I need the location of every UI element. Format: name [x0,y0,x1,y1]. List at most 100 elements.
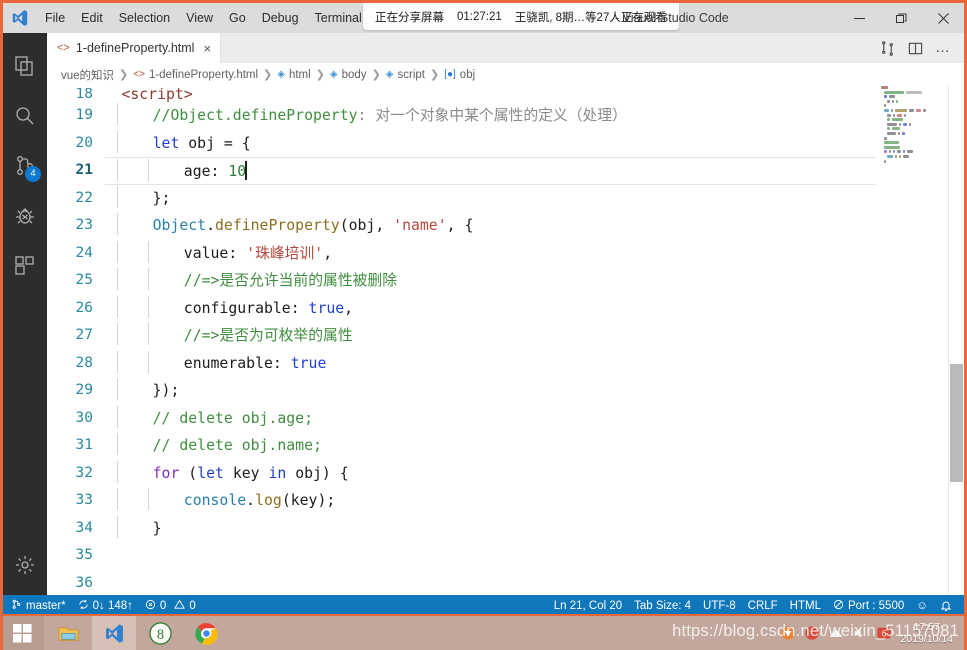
code-line[interactable] [105,542,964,570]
editor-tabs: <> 1-defineProperty.html × … [47,33,964,63]
close-button[interactable] [922,3,964,33]
menu-view[interactable]: View [178,3,221,33]
code-editor[interactable]: 18 19 20 21 22 23 24 25 26 27 28 29 30 31 32 33 34 35 36 <… [47,86,964,595]
indent-guide [117,433,118,455]
code-token: <script> [121,88,193,102]
minimap-line [876,104,948,108]
maximize-restore-button[interactable] [880,3,922,33]
minimap-token [887,99,890,103]
activitybar-item-source-control[interactable]: 4 [3,141,47,191]
breadcrumb-separator: ❯ [263,69,273,81]
tray-fox-icon[interactable] [780,625,796,641]
tray-red-icon[interactable] [804,625,820,641]
code-token: , { [446,217,474,234]
code-line[interactable]: configurable: true, [105,295,964,323]
breadcrumb-item-folder[interactable]: vue的知识 [61,67,114,83]
activitybar-item-extensions[interactable] [3,241,47,291]
menu-edit[interactable]: Edit [73,3,111,33]
split-editor-icon[interactable] [902,35,928,61]
taskbar-file-explorer-icon[interactable] [46,616,90,650]
code-line[interactable]: //Object.defineProperty: 对一个对象中某个属性的定义（处… [105,102,964,130]
code-line[interactable]: let obj = { [105,130,964,158]
indent-guide [148,323,150,345]
activitybar-item-run-debug[interactable] [3,191,47,241]
line-number: 29 [75,382,93,398]
code-token: }; [152,189,171,207]
menu-debug[interactable]: Debug [254,3,307,33]
line-number: 35 [75,547,93,563]
tray-network-icon[interactable] [828,625,844,641]
minimap[interactable] [876,86,948,595]
code-token: Object [152,217,207,234]
code-line[interactable]: value: '珠峰培训', [105,240,964,268]
breadcrumb-item-html[interactable]: ◈ html [277,69,310,81]
code-content[interactable]: <script>//Object.defineProperty: 对一个对象中某… [105,86,964,595]
minimap-token [887,118,891,122]
indent-guide [117,460,118,483]
start-button[interactable] [0,616,44,650]
line-number: 27 [75,327,93,343]
minimize-button[interactable] [838,3,880,33]
code-line[interactable]: console.log(key); [105,487,964,515]
tray-ime-icon[interactable]: б [876,625,892,641]
minimap-line [876,159,948,163]
code-line[interactable]: // delete obj.name; [105,432,964,460]
code-line[interactable]: age: 10 [105,157,964,185]
code-line[interactable]: //=>是否为可枚举的属性 [105,322,964,350]
activitybar-item-search[interactable] [3,91,47,141]
code-line[interactable]: }; [105,185,964,213]
breadcrumb-item-file[interactable]: <> 1-defineProperty.html [133,69,258,81]
code-line[interactable]: } [105,515,964,543]
minimap-line [876,90,948,94]
code-token: obj) { [286,464,349,482]
code-line[interactable]: //=>是否允许当前的属性被删除 [105,267,964,295]
activitybar-item-manage[interactable] [3,545,47,595]
breadcrumb-item-body[interactable]: ◈ body [330,69,367,81]
breadcrumb-label: 1-defineProperty.html [148,68,259,81]
breadcrumb-label: vue的知识 [61,69,115,82]
code-line[interactable]: <script> [105,88,964,102]
minimap-token [891,99,894,103]
activitybar-item-explorer[interactable] [3,41,47,91]
code-line[interactable]: // delete obj.age; [105,405,964,433]
line-number: 21 [75,162,93,178]
breadcrumb-item-script[interactable]: ◈ script [386,69,425,81]
minimap-line [876,95,948,99]
breadcrumb-item-obj[interactable]: [●] obj [444,69,475,81]
taskbar-eight-app-icon[interactable]: 8 [138,616,182,650]
code-line[interactable]: Object.defineProperty(obj, 'name', { [105,212,964,240]
code-token: // delete obj.age; [152,409,313,427]
tab-close-icon[interactable]: × [203,42,211,55]
tray-volume-icon[interactable] [852,625,868,641]
minimap-token [903,122,907,126]
menu-file[interactable]: File [37,3,73,33]
breadcrumb-label: script [397,68,425,81]
menu-terminal[interactable]: Terminal [307,3,370,33]
more-actions-icon[interactable]: … [930,35,956,61]
minimap-token [888,150,891,154]
code-token: enumerable [183,354,273,372]
scrollbar-thumb[interactable] [950,364,963,482]
window-controls [838,3,964,33]
window-title: - Visual Studio Code [615,11,729,25]
menu-bar[interactable]: File Edit Selection View Go Debug Termin… [37,3,412,33]
taskbar-clock[interactable]: 17:57 2019/10/14 [900,621,961,645]
ellipsis-icon: … [935,39,951,56]
code-line[interactable]: for (let key in obj) { [105,460,964,488]
indent-guide [117,159,118,181]
run-split-icon[interactable] [874,35,900,61]
taskbar-vscode-icon[interactable] [92,616,136,650]
svg-text:8: 8 [156,626,163,642]
frame-left-edge [0,0,3,650]
code-line[interactable] [105,570,964,596]
vertical-scrollbar[interactable] [949,86,964,595]
code-line[interactable]: enumerable: true [105,350,964,378]
menu-go[interactable]: Go [221,3,254,33]
tab-1-defineProperty-html[interactable]: <> 1-defineProperty.html × [47,33,222,63]
menu-selection[interactable]: Selection [111,3,178,33]
minimap-line [876,86,948,89]
code-line[interactable]: }); [105,377,964,405]
code-token: '珠峰培训' [246,244,324,262]
line-number-gutter: 18 19 20 21 22 23 24 25 26 27 28 29 30 31 32 33 34 35 36 [47,86,105,595]
taskbar-chrome-icon[interactable] [184,616,228,650]
